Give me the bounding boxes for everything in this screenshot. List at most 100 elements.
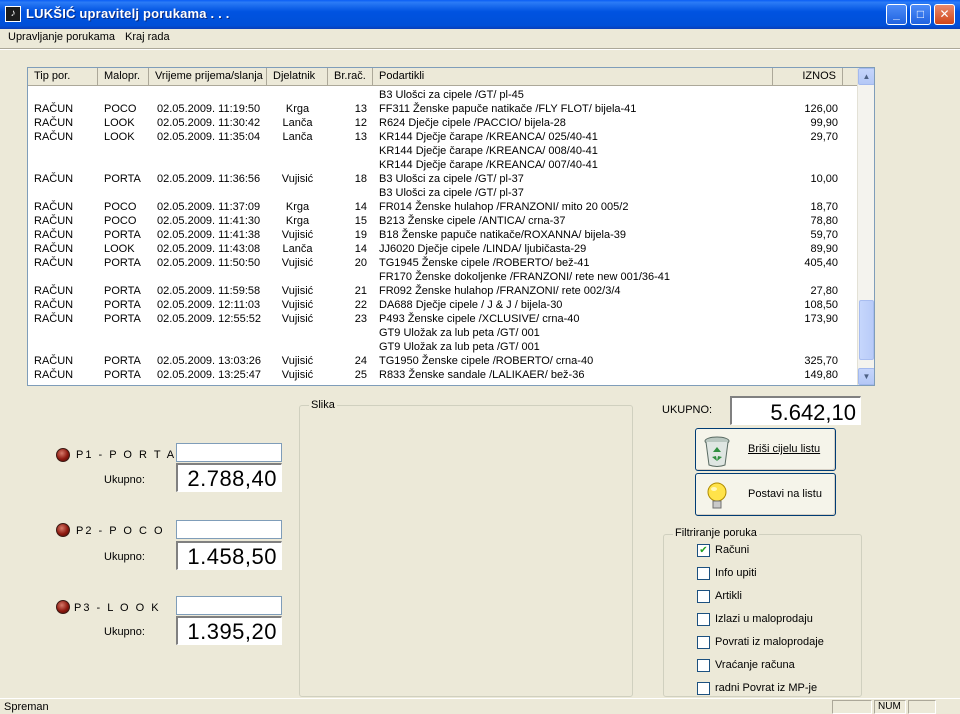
table-cell: FR014 Ženske hulahop /FRANZONI/ mito 20 … xyxy=(379,201,629,213)
table-cell: GT9 Uložak za lub peta /GT/ 001 xyxy=(379,327,540,339)
filter-checkbox-label[interactable]: Računi xyxy=(715,544,749,556)
table-cell: KR144 Dječje čarape /KREANCA/ 007/40-41 xyxy=(379,159,598,171)
column-header-vrijeme[interactable]: Vrijeme prijema/slanja xyxy=(149,68,267,86)
table-cell: Vujisić xyxy=(281,173,314,185)
table-row[interactable]: FR170 Ženske dokoljenke /FRANZONI/ rete … xyxy=(28,270,858,284)
table-row[interactable]: RAČUN PORTA 02.05.2009. 13:03:26 Vujisić 24 T… xyxy=(28,354,858,368)
messages-table[interactable]: Tip por. Malopr. Vrijeme prijema/slanja … xyxy=(27,67,875,386)
table-row[interactable]: RAČUN PORTA 02.05.2009. 12:11:03 Vujisić 22 D… xyxy=(28,298,858,312)
table-row[interactable]: RAČUN PORTA 02.05.2009. 11:41:38 Vujisić 19 B… xyxy=(28,228,858,242)
status-led-icon xyxy=(56,523,70,537)
filter-checkbox-label[interactable]: Povrati iz maloprodaje xyxy=(715,636,824,648)
table-scrollbar[interactable]: ▲ ▼ xyxy=(857,68,874,385)
table-cell: 02.05.2009. 11:36:56 xyxy=(157,173,261,185)
table-row[interactable]: RAČUN PORTA 02.05.2009. 11:36:56 Vujisić 18 B… xyxy=(28,172,858,186)
table-cell xyxy=(34,270,96,284)
store-input[interactable] xyxy=(176,596,282,615)
table-cell: 99,90 xyxy=(810,117,838,129)
table-cell: 149,80 xyxy=(804,369,838,381)
table-cell: 22 xyxy=(354,299,367,311)
table-cell: 19 xyxy=(354,229,367,241)
table-row[interactable]: GT9 Uložak za lub peta /GT/ 001 xyxy=(28,340,858,354)
filter-checkbox[interactable] xyxy=(697,567,710,580)
app-icon[interactable]: ♪ xyxy=(5,6,21,22)
table-row[interactable]: RAČUN LOOK 02.05.2009. 11:43:08 Lanča 14 JJ60… xyxy=(28,242,858,256)
table-row[interactable]: RAČUN PORTA 02.05.2009. 11:50:50 Vujisić 20 T… xyxy=(28,256,858,270)
table-row[interactable]: GT9 Uložak za lub peta /GT/ 001 xyxy=(28,326,858,340)
filter-checkbox[interactable] xyxy=(697,613,710,626)
table-row[interactable]: B3 Ulošci za cipele /GT/ pl-45 xyxy=(28,88,858,102)
store-input[interactable] xyxy=(176,443,282,462)
table-cell: Krga xyxy=(285,215,310,227)
lightbulb-icon xyxy=(707,482,727,509)
table-cell xyxy=(773,158,838,172)
filter-checkbox[interactable] xyxy=(697,636,710,649)
table-cell: 15 xyxy=(354,215,367,227)
set-list-button[interactable]: Postavi na listu xyxy=(695,473,836,516)
grand-total-value: 5.642,10 xyxy=(730,396,861,425)
table-row[interactable]: RAČUN LOOK 02.05.2009. 11:35:04 Lanča 13 KR14… xyxy=(28,130,858,144)
table-cell xyxy=(328,158,367,172)
table-cell: FF311 Ženske papuče natikače /FLY FLOT/ … xyxy=(379,103,637,115)
column-header-malopr[interactable]: Malopr. xyxy=(98,68,149,86)
menu-item-upravljanje[interactable]: Upravljanje porukama xyxy=(8,31,115,43)
minimize-button[interactable]: _ xyxy=(886,4,907,25)
table-row[interactable]: RAČUN POCO 02.05.2009. 11:41:30 Krga 15 B213 … xyxy=(28,214,858,228)
check-icon: ✔ xyxy=(699,545,708,556)
column-header-tip[interactable]: Tip por. xyxy=(28,68,98,86)
table-cell: PORTA xyxy=(104,229,141,241)
filter-checkbox-label[interactable]: Artikli xyxy=(715,590,742,602)
store-total-value: 2.788,40 xyxy=(176,463,282,492)
table-row[interactable]: RAČUN PORTA 02.05.2009. 11:59:58 Vujisić 21 F… xyxy=(28,284,858,298)
table-row[interactable]: KR144 Dječje čarape /KREANCA/ 008/40-41 xyxy=(28,144,858,158)
scroll-down-icon[interactable]: ▼ xyxy=(858,368,874,385)
table-cell: Vujisić xyxy=(281,257,314,269)
table-cell xyxy=(104,186,149,200)
filter-checkbox[interactable] xyxy=(697,590,710,603)
table-cell xyxy=(157,144,265,158)
table-cell: TG1950 Ženske cipele /ROBERTO/ crna-40 xyxy=(379,355,594,367)
column-header-br-rac[interactable]: Br.rač. xyxy=(328,68,373,86)
table-cell: RAČUN xyxy=(34,201,74,213)
table-cell: 325,70 xyxy=(804,355,838,367)
filter-checkbox[interactable] xyxy=(697,682,710,695)
column-header-iznos[interactable]: IZNOS xyxy=(773,68,843,86)
filter-checkbox[interactable]: ✔ xyxy=(697,544,710,557)
table-cell: P493 Ženske cipele /XCLUSIVE/ crna-40 xyxy=(379,313,580,325)
table-row[interactable]: KR144 Dječje čarape /KREANCA/ 007/40-41 xyxy=(28,158,858,172)
store-input[interactable] xyxy=(176,520,282,539)
table-cell xyxy=(773,270,838,284)
scroll-thumb[interactable] xyxy=(859,300,874,360)
maximize-button[interactable]: □ xyxy=(910,4,931,25)
table-cell: Vujisić xyxy=(281,313,314,325)
table-cell: GT9 Uložak za lub peta /GT/ 001 xyxy=(379,341,540,353)
table-cell: 23 xyxy=(354,313,367,325)
table-cell xyxy=(34,158,96,172)
table-row[interactable]: RAČUN POCO 02.05.2009. 11:37:09 Krga 14 FR014… xyxy=(28,200,858,214)
table-cell xyxy=(34,88,96,102)
filter-checkbox-label[interactable]: Izlazi u maloprodaju xyxy=(715,613,813,625)
table-row[interactable]: RAČUN POCO 02.05.2009. 11:19:50 Krga 13 FF311… xyxy=(28,102,858,116)
table-row[interactable]: RAČUN LOOK 02.05.2009. 11:30:42 Lanča 12 R624… xyxy=(28,116,858,130)
close-button[interactable]: ✕ xyxy=(934,4,955,25)
filter-checkbox-label[interactable]: radni Povrat iz MP-je xyxy=(715,682,817,694)
filter-checkbox-label[interactable]: Info upiti xyxy=(715,567,757,579)
filter-checkbox-label[interactable]: Vraćanje računa xyxy=(715,659,795,671)
table-cell: TG1945 Ženske cipele /ROBERTO/ bež-41 xyxy=(379,257,590,269)
scroll-up-icon[interactable]: ▲ xyxy=(858,68,874,85)
table-cell: RAČUN xyxy=(34,103,74,115)
menu-item-kraj-rada[interactable]: Kraj rada xyxy=(125,31,170,43)
column-header-djelatnik[interactable]: Djelatnik xyxy=(267,68,328,86)
table-row[interactable]: B3 Ulošci za cipele /GT/ pl-37 xyxy=(28,186,858,200)
table-row[interactable]: RAČUN PORTA 02.05.2009. 12:55:52 Vujisić 23 P… xyxy=(28,312,858,326)
clear-list-button[interactable]: Briši cijelu listu xyxy=(695,428,836,471)
filter-checkbox[interactable] xyxy=(697,659,710,672)
column-header-podartikli[interactable]: Podartikli xyxy=(373,68,773,86)
table-cell: 12 xyxy=(354,117,367,129)
table-cell: 405,40 xyxy=(804,257,838,269)
table-cell xyxy=(328,186,367,200)
table-cell xyxy=(104,88,149,102)
table-row[interactable]: RAČUN PORTA 02.05.2009. 13:25:47 Vujisić 25 R… xyxy=(28,368,858,382)
table-cell: 21 xyxy=(354,285,367,297)
table-cell: RAČUN xyxy=(34,313,74,325)
